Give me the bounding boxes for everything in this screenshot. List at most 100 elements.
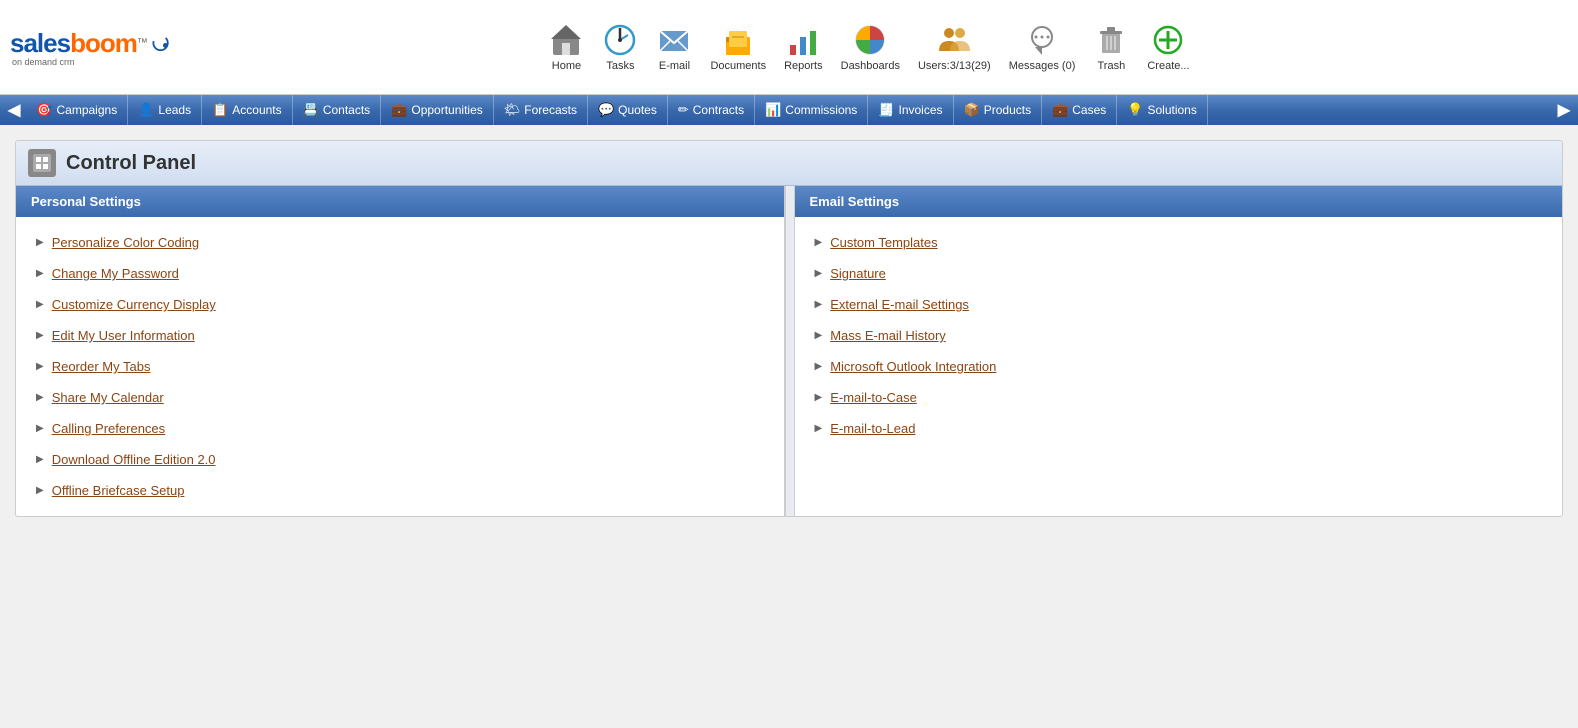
email-settings-panel: Email Settings ▶ Custom Templates ▶ Sign… <box>795 186 1563 516</box>
forecasts-tab-icon: 🌤 <box>504 102 521 118</box>
download-offline-link[interactable]: Download Offline Edition 2.0 <box>52 452 216 467</box>
change-password-link[interactable]: Change My Password <box>52 266 179 281</box>
nav-email-label: E-mail <box>659 60 690 72</box>
list-item: ▶ Mass E-mail History <box>815 320 1543 351</box>
tab-solutions[interactable]: 💡Solutions <box>1117 95 1208 125</box>
email-settings-header: Email Settings <box>795 186 1563 217</box>
arrow-icon: ▶ <box>815 330 823 341</box>
nav-home-label: Home <box>552 60 581 72</box>
email-to-case-link[interactable]: E-mail-to-Case <box>830 390 917 405</box>
customize-currency-link[interactable]: Customize Currency Display <box>52 297 216 312</box>
arrow-icon: ▶ <box>36 330 44 341</box>
top-nav-icons: Home Tasks E-mail Documents <box>170 22 1568 72</box>
control-panel-icon <box>28 149 56 177</box>
personal-settings-links: ▶ Personalize Color Coding ▶ Change My P… <box>16 217 784 516</box>
share-calendar-link[interactable]: Share My Calendar <box>52 390 164 405</box>
email-icon <box>656 22 692 58</box>
contacts-tab-icon: 📇 <box>303 102 319 118</box>
nav-arrow-left[interactable]: ◀ <box>2 100 26 120</box>
arrow-icon: ▶ <box>815 392 823 403</box>
nav-documents[interactable]: Documents <box>710 22 766 72</box>
arrow-icon: ▶ <box>36 299 44 310</box>
list-item: ▶ Share My Calendar <box>36 382 764 413</box>
nav-trash-label: Trash <box>1098 60 1126 72</box>
commissions-tab-icon: 📊 <box>765 102 781 118</box>
arrow-icon: ▶ <box>815 299 823 310</box>
external-email-link[interactable]: External E-mail Settings <box>830 297 969 312</box>
arrow-icon: ▶ <box>36 423 44 434</box>
tab-contracts[interactable]: ✏Contracts <box>668 95 755 125</box>
arrow-icon: ▶ <box>815 268 823 279</box>
list-item: ▶ Customize Currency Display <box>36 289 764 320</box>
nav-arrow-right[interactable]: ▶ <box>1552 100 1576 120</box>
tab-accounts[interactable]: 📋Accounts <box>202 95 293 125</box>
reports-icon <box>785 22 821 58</box>
arrow-icon: ▶ <box>36 361 44 372</box>
home-icon <box>548 22 584 58</box>
users-icon <box>936 22 972 58</box>
nav-create-label: Create... <box>1147 60 1189 72</box>
list-item: ▶ Signature <box>815 258 1543 289</box>
tab-invoices[interactable]: 🧾Invoices <box>868 95 953 125</box>
logo-boom: boom <box>70 28 137 59</box>
create-icon <box>1150 22 1186 58</box>
reorder-tabs-link[interactable]: Reorder My Tabs <box>52 359 151 374</box>
control-panel-title-bar: Control Panel <box>16 141 1562 186</box>
nav-messages[interactable]: Messages (0) <box>1009 22 1076 72</box>
logo-sales: sales <box>10 28 70 59</box>
tab-forecasts[interactable]: 🌤Forecasts <box>494 95 588 125</box>
nav-dashboards-label: Dashboards <box>841 60 900 72</box>
tasks-icon <box>602 22 638 58</box>
nav-reports[interactable]: Reports <box>784 22 823 72</box>
tab-contacts[interactable]: 📇Contacts <box>293 95 382 125</box>
list-item: ▶ Change My Password <box>36 258 764 289</box>
nav-users-label: Users:3/13(29) <box>918 60 991 72</box>
list-item: ▶ E-mail-to-Case <box>815 382 1543 413</box>
solutions-tab-icon: 💡 <box>1127 102 1143 118</box>
email-to-lead-link[interactable]: E-mail-to-Lead <box>830 421 915 436</box>
personalize-color-link[interactable]: Personalize Color Coding <box>52 235 199 250</box>
calling-prefs-link[interactable]: Calling Preferences <box>52 421 165 436</box>
outlook-integration-link[interactable]: Microsoft Outlook Integration <box>830 359 996 374</box>
signature-link[interactable]: Signature <box>830 266 886 281</box>
documents-icon <box>720 22 756 58</box>
opportunities-tab-icon: 💼 <box>391 102 407 118</box>
dashboards-icon <box>852 22 888 58</box>
tab-quotes[interactable]: 💬Quotes <box>588 95 668 125</box>
tab-products[interactable]: 📦Products <box>954 95 1043 125</box>
panel-divider <box>785 186 795 516</box>
tab-campaigns[interactable]: 🎯Campaigns <box>26 95 128 125</box>
quotes-tab-icon: 💬 <box>598 102 614 118</box>
main-content: Control Panel Personal Settings ▶ Person… <box>0 125 1578 532</box>
mass-email-history-link[interactable]: Mass E-mail History <box>830 328 946 343</box>
list-item: ▶ E-mail-to-Lead <box>815 413 1543 444</box>
arrow-icon: ▶ <box>36 485 44 496</box>
custom-templates-link[interactable]: Custom Templates <box>830 235 937 250</box>
nav-dashboards[interactable]: Dashboards <box>841 22 900 72</box>
nav-tasks[interactable]: Tasks <box>602 22 638 72</box>
edit-user-info-link[interactable]: Edit My User Information <box>52 328 195 343</box>
nav-home[interactable]: Home <box>548 22 584 72</box>
list-item: ▶ Calling Preferences <box>36 413 764 444</box>
nav-email[interactable]: E-mail <box>656 22 692 72</box>
tab-cases[interactable]: 💼Cases <box>1042 95 1117 125</box>
logo: salesboom™ on demand crm <box>10 27 170 67</box>
arrow-icon: ▶ <box>36 392 44 403</box>
list-item: ▶ Edit My User Information <box>36 320 764 351</box>
nav-reports-label: Reports <box>784 60 823 72</box>
products-tab-icon: 📦 <box>964 102 980 118</box>
tab-commissions[interactable]: 📊Commissions <box>755 95 868 125</box>
offline-briefcase-link[interactable]: Offline Briefcase Setup <box>52 483 185 498</box>
tab-opportunities[interactable]: 💼Opportunities <box>381 95 494 125</box>
list-item: ▶ Offline Briefcase Setup <box>36 475 764 506</box>
tab-leads[interactable]: 👤Leads <box>128 95 202 125</box>
cases-tab-icon: 💼 <box>1052 102 1068 118</box>
list-item: ▶ Personalize Color Coding <box>36 227 764 258</box>
contracts-tab-icon: ✏ <box>678 102 689 118</box>
arrow-icon: ▶ <box>36 268 44 279</box>
nav-trash[interactable]: Trash <box>1093 22 1129 72</box>
control-panel-body: Personal Settings ▶ Personalize Color Co… <box>16 186 1562 516</box>
nav-users[interactable]: Users:3/13(29) <box>918 22 991 72</box>
nav-create[interactable]: Create... <box>1147 22 1189 72</box>
accounts-tab-icon: 📋 <box>212 102 228 118</box>
